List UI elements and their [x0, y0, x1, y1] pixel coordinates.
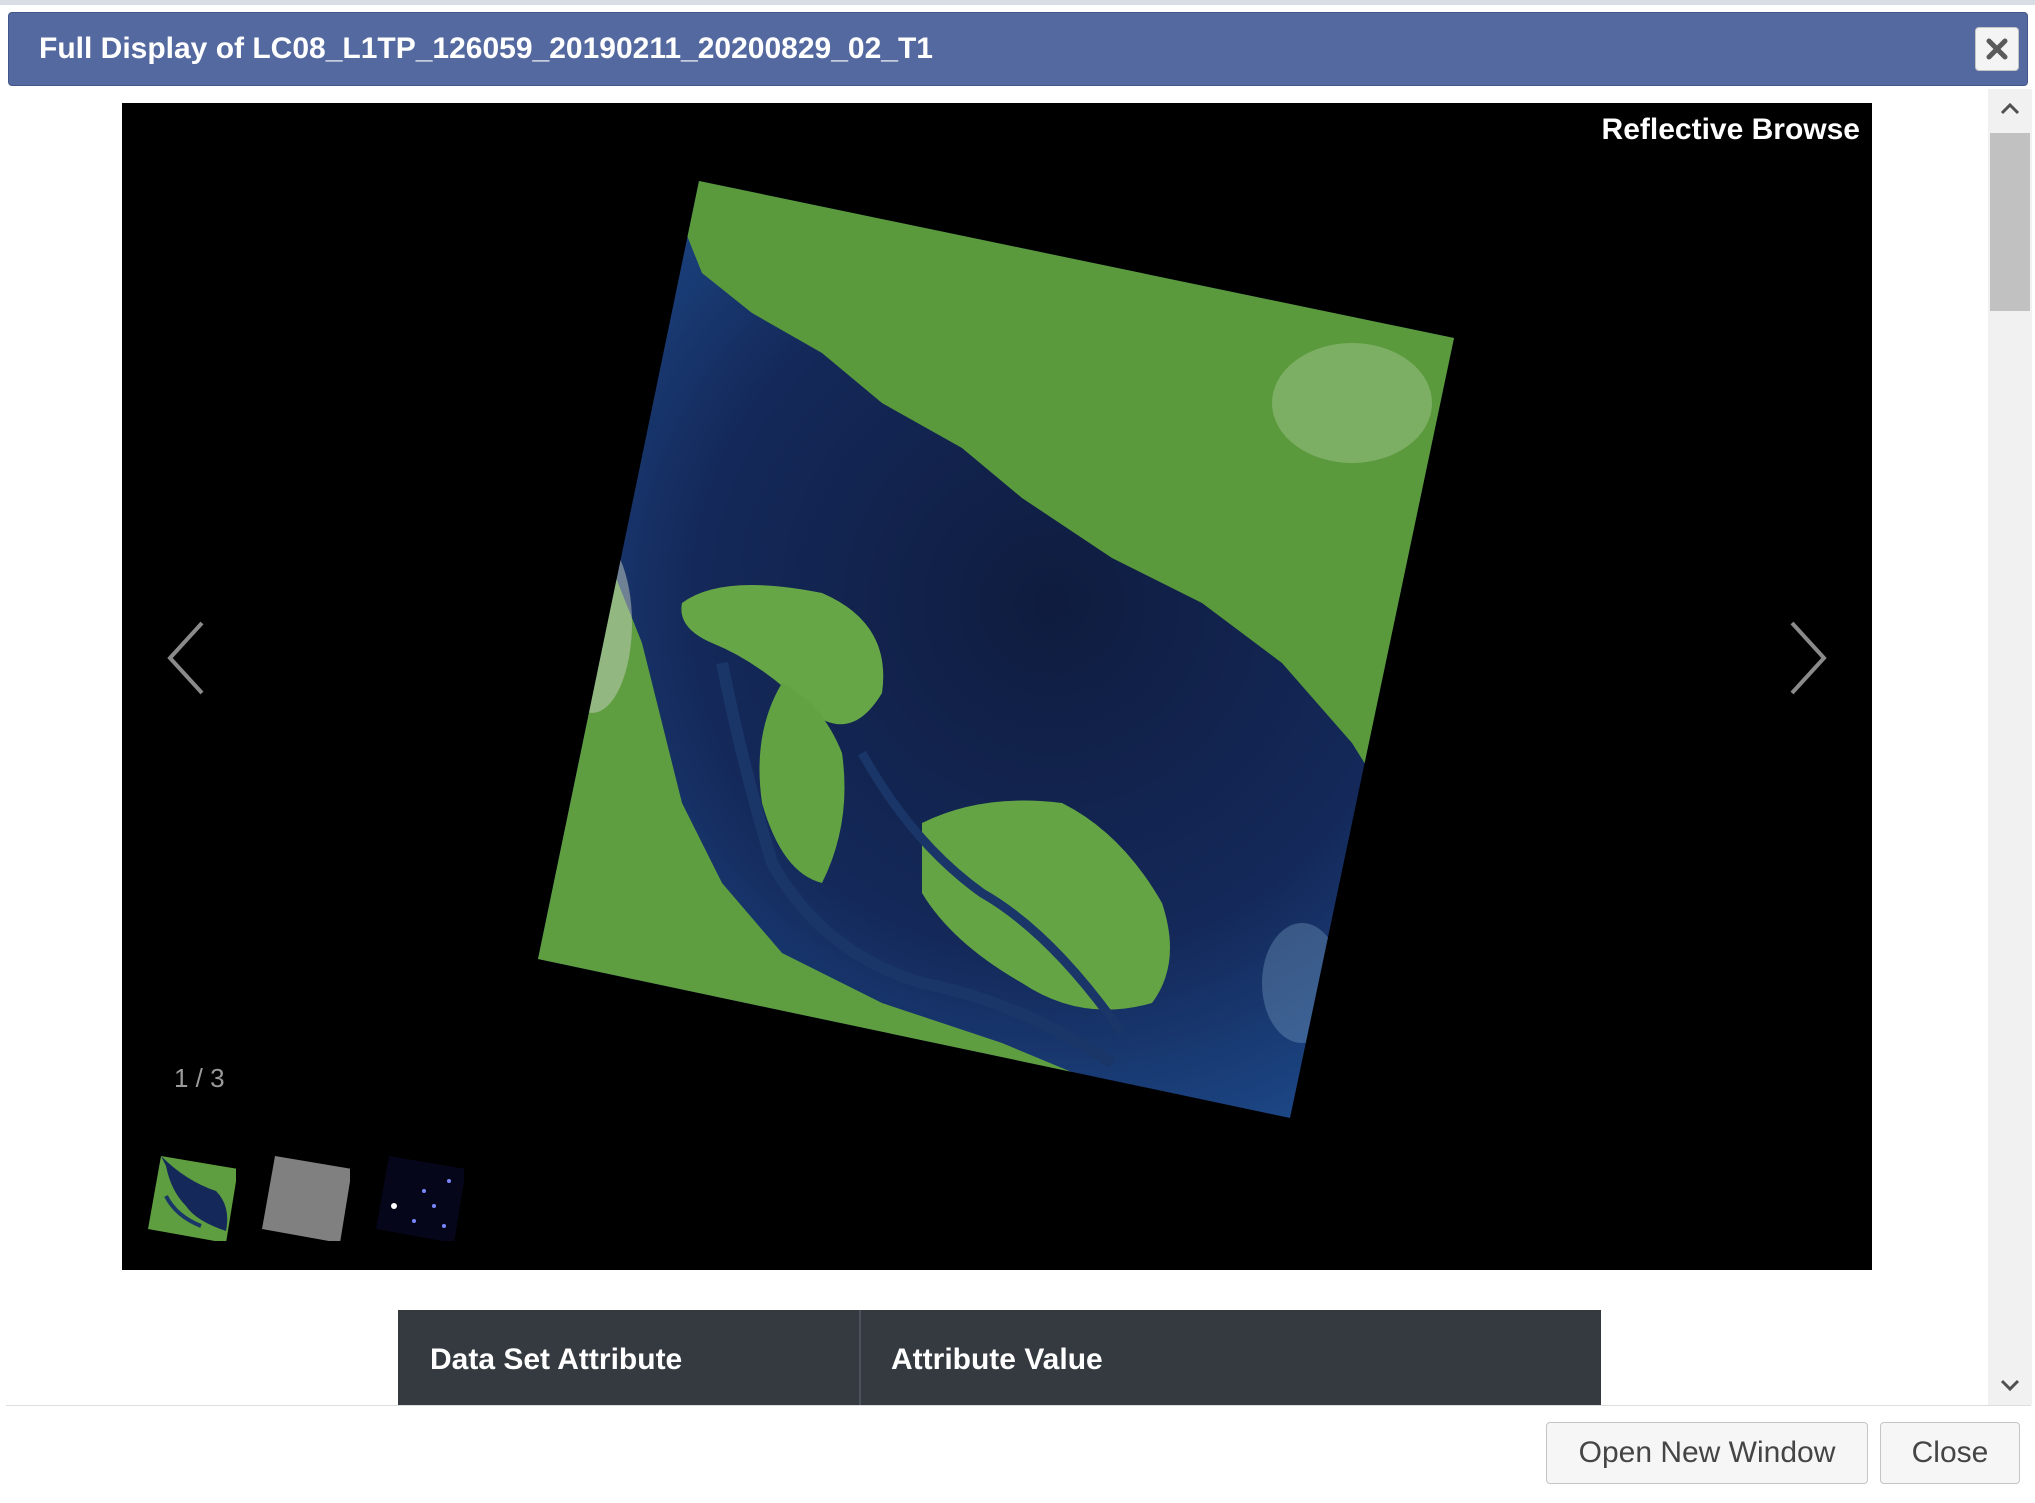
reflective-thumbnail-image	[148, 1156, 238, 1243]
chevron-left-icon	[167, 621, 204, 695]
dialog-footer: Open New Window Close	[6, 1405, 2031, 1503]
attributes-table-header: Data Set Attribute Attribute Value	[398, 1310, 1601, 1405]
scroll-thumb[interactable]	[1990, 133, 2030, 311]
gray-thumbnail[interactable]	[260, 1151, 352, 1243]
image-viewer: Reflective Browse 1 / 3	[122, 103, 1872, 1270]
scroll-up-button[interactable]	[1988, 91, 2032, 127]
satellite-scene-image	[538, 181, 1454, 1118]
previous-image-button[interactable]	[162, 613, 222, 703]
chevron-right-icon	[1790, 621, 1827, 695]
reflective-thumbnail[interactable]	[146, 1151, 238, 1243]
dialog-title: Full Display of LC08_L1TP_126059_2019021…	[39, 32, 933, 65]
dark-thumbnail-image	[376, 1156, 466, 1243]
gray-thumbnail-image	[262, 1156, 352, 1243]
chevron-up-icon	[2000, 102, 2020, 115]
dialog-content: Reflective Browse 1 / 3 Data Set Attribu…	[8, 89, 2028, 1405]
image-type-label: Reflective Browse	[1601, 113, 1860, 146]
next-image-button[interactable]	[1772, 613, 1832, 703]
dark-thumbnail[interactable]	[374, 1151, 466, 1243]
dialog-titlebar[interactable]: Full Display of LC08_L1TP_126059_2019021…	[8, 12, 2028, 86]
image-counter: 1 / 3	[174, 1063, 225, 1093]
open-new-window-button[interactable]: Open New Window	[1546, 1422, 1868, 1484]
close-button[interactable]: Close	[1880, 1422, 2020, 1484]
content-scrollbar[interactable]	[1988, 89, 2032, 1405]
column-header-attribute[interactable]: Data Set Attribute	[398, 1310, 861, 1405]
title-close-button[interactable]	[1975, 27, 2019, 71]
close-x-icon	[1986, 38, 2008, 60]
column-header-value[interactable]: Attribute Value	[861, 1310, 1601, 1405]
chevron-down-icon	[2000, 1379, 2020, 1392]
scroll-down-button[interactable]	[1988, 1367, 2032, 1403]
full-display-dialog: Full Display of LC08_L1TP_126059_2019021…	[0, 0, 2035, 1503]
